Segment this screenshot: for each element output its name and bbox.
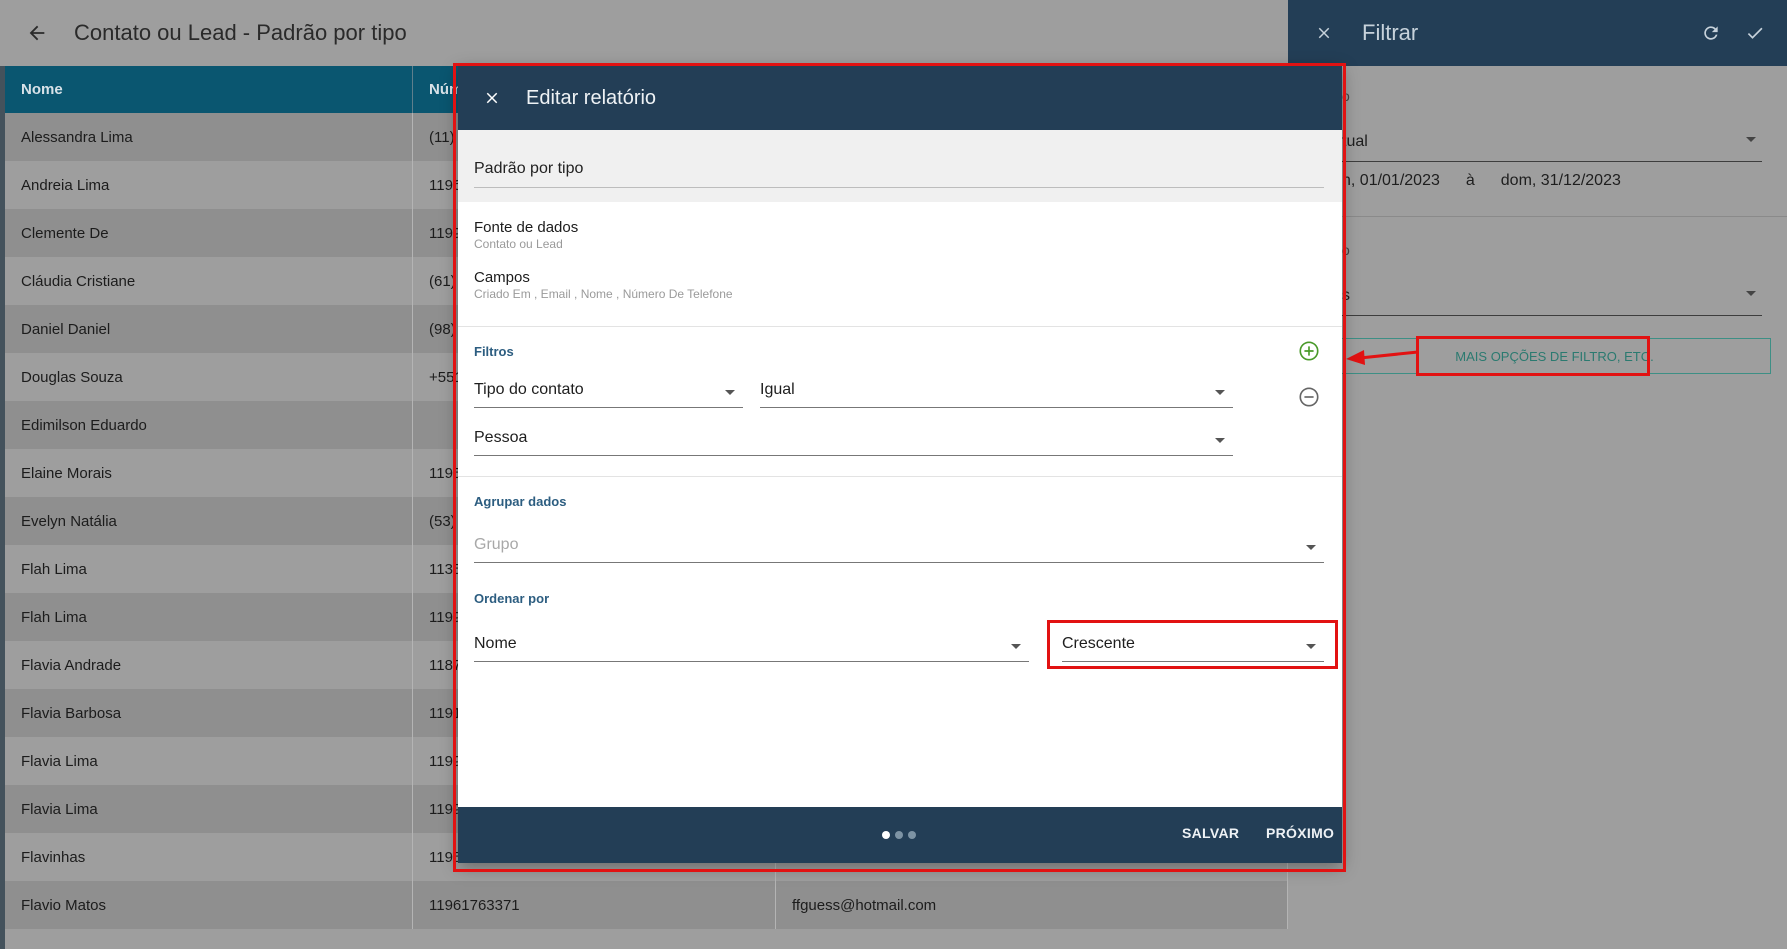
row-name: Clemente De — [5, 209, 413, 257]
row-name: Cláudia Cristiane — [5, 257, 413, 305]
row-name: Alessandra Lima — [5, 113, 413, 161]
page-title: Contato ou Lead - Padrão por tipo — [74, 20, 407, 45]
row-name: Flavia Lima — [5, 785, 413, 833]
table-row[interactable]: Flavio Matos 11961763371 ffguess@hotmail.c… — [5, 881, 1288, 929]
row-name: Flavia Andrade — [5, 641, 413, 689]
arrow-left-icon[interactable] — [22, 18, 52, 48]
check-icon[interactable] — [1743, 21, 1767, 45]
date-from[interactable]: n, 01/01/2023 — [1342, 172, 1440, 190]
chevron-down-icon — [1746, 291, 1756, 296]
refresh-icon[interactable] — [1699, 21, 1723, 45]
filter-panel-header: Filtrar — [1288, 0, 1787, 66]
row-name: Flah Lima — [5, 593, 413, 641]
close-icon[interactable] — [1312, 21, 1336, 45]
annotation-highlight-order-direction — [1047, 620, 1338, 669]
row-email: ffguess@hotmail.com — [776, 881, 1288, 929]
date-separator: à — [1465, 172, 1475, 189]
row-name: Elaine Morais — [5, 449, 413, 497]
date-to[interactable]: dom, 31/12/2023 — [1501, 172, 1621, 190]
annotation-arrow — [1346, 350, 1419, 365]
divider — [1288, 216, 1787, 217]
filter-panel: Filtrar o tual n, 01/01/2023 à dom, 31/1… — [1288, 0, 1787, 949]
second-filter-select[interactable]: s — [1342, 276, 1762, 316]
row-name: Flavio Matos — [5, 881, 413, 929]
row-name: Evelyn Natália — [5, 497, 413, 545]
column-header-name[interactable]: Nome — [5, 66, 413, 113]
row-name: Edimilson Eduardo — [5, 401, 413, 449]
annotation-highlight-dialog — [453, 63, 1346, 872]
row-name: Andreia Lima — [5, 161, 413, 209]
chevron-down-icon — [1746, 137, 1756, 142]
annotation-highlight-more-options — [1416, 336, 1650, 376]
row-phone: 11961763371 — [413, 881, 776, 929]
row-name: Daniel Daniel — [5, 305, 413, 353]
row-name: Flah Lima — [5, 545, 413, 593]
page-header: Contato ou Lead - Padrão por tipo — [0, 0, 1288, 66]
row-name: Flavinhas — [5, 833, 413, 881]
period-dates: n, 01/01/2023 à dom, 31/12/2023 — [1342, 172, 1621, 190]
row-name: Douglas Souza — [5, 353, 413, 401]
row-name: Flavia Barbosa — [5, 689, 413, 737]
row-name: Flavia Lima — [5, 737, 413, 785]
filter-panel-title: Filtrar — [1362, 20, 1419, 45]
period-select[interactable]: tual — [1342, 122, 1762, 162]
